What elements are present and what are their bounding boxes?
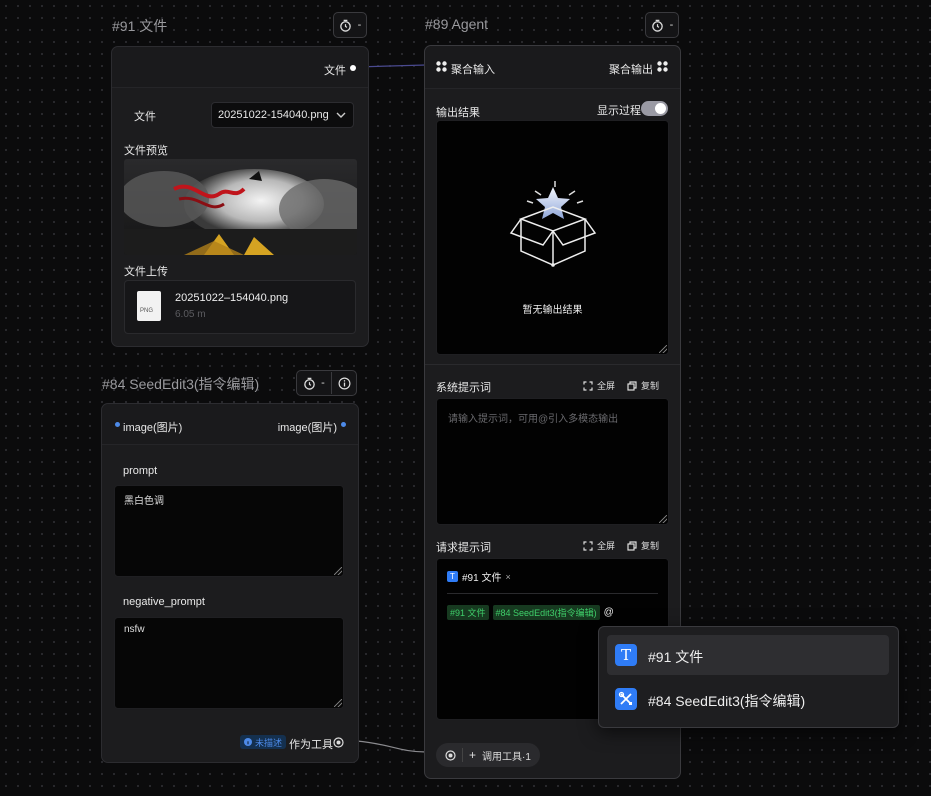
png-file-icon: PNG <box>137 291 161 321</box>
empty-output-text: 暂无输出结果 <box>522 305 583 316</box>
resize-handle[interactable] <box>334 567 342 575</box>
negative-prompt-label: negative_prompt <box>123 596 205 608</box>
file-preview-image <box>124 159 357 255</box>
seededit-node-card[interactable]: image(图片) image(图片) prompt 黑白色调 negative… <box>101 403 359 763</box>
mention-option-file[interactable]: T #91 文件 <box>607 635 889 675</box>
seededit-output-port-label: image(图片) <box>277 422 337 434</box>
info-icon <box>338 377 350 389</box>
show-process-label: 显示过程 <box>597 105 641 117</box>
file-output-port-dot[interactable] <box>350 65 356 71</box>
call-tool-button[interactable]: + 调用工具·1 <box>436 743 540 767</box>
text-icon: T <box>447 571 458 582</box>
system-prompt-textarea[interactable]: 请输入提示词，可用@引入多模态输出 <box>436 398 669 525</box>
prompt-label: prompt <box>123 465 158 477</box>
seededit-node-title: #84 SeedEdit3(指令编辑) <box>102 376 260 392</box>
mention-tag-seededit[interactable]: #84 SeedEdit3(指令编辑) <box>492 605 600 620</box>
chevron-down-icon <box>336 112 346 118</box>
dash-label: - <box>669 19 674 31</box>
grid-dots-icon <box>657 61 668 72</box>
dash-label: - <box>321 377 325 389</box>
mention-tag-file[interactable]: #91 文件 <box>447 605 489 620</box>
system-fullscreen-button[interactable]: 全屏 <box>583 379 615 392</box>
seededit-input-port-label: image(图片) <box>123 422 183 434</box>
empty-box-star-icon <box>509 181 597 267</box>
plus-icon: + <box>469 748 477 762</box>
copy-icon <box>627 380 637 391</box>
system-copy-button[interactable]: 复制 <box>627 379 659 392</box>
request-copy-button[interactable]: 复制 <box>627 539 659 552</box>
fullscreen-icon <box>583 380 593 391</box>
file-select-value: 20251022-154040.png <box>218 109 329 121</box>
fullscreen-icon <box>583 540 593 551</box>
status-badge: 未描述 <box>240 735 287 749</box>
file-node-timer-button[interactable]: - <box>333 12 367 38</box>
agent-node-title: #89 Agent <box>425 16 489 32</box>
timer-icon <box>339 19 351 32</box>
show-process-toggle[interactable] <box>641 101 668 116</box>
agent-node-timer-button[interactable]: - <box>645 12 679 38</box>
aggregate-input-label: 聚合输入 <box>451 64 495 76</box>
divider <box>447 593 658 594</box>
dash-label: - <box>357 19 362 31</box>
seededit-output-port-dot[interactable] <box>341 422 346 427</box>
info-dot-icon <box>244 738 252 746</box>
seededit-node-header-buttons: - <box>296 370 357 396</box>
aggregate-output-label: 聚合输出 <box>609 64 653 76</box>
timer-icon <box>304 377 315 390</box>
resize-handle[interactable] <box>659 515 667 523</box>
file-node-card[interactable]: 文件 文件 20251022-154040.png 文件预览 文件上传 PNG <box>111 46 369 347</box>
resize-handle[interactable] <box>334 699 342 707</box>
tools-icon <box>615 688 637 710</box>
seededit-info-button[interactable] <box>332 377 356 390</box>
at-symbol: @ <box>603 607 614 618</box>
prompt-value: 黑白色调 <box>124 496 164 507</box>
request-fullscreen-button[interactable]: 全屏 <box>583 539 615 552</box>
mention-option-seededit[interactable]: #84 SeedEdit3(指令编辑) <box>607 679 889 719</box>
preview-label: 文件预览 <box>124 145 168 157</box>
mention-dropdown: T #91 文件 #84 SeedEdit3(指令编辑) <box>598 626 899 728</box>
inline-mentions: #91 文件 #84 SeedEdit3(指令编辑) @ <box>447 605 614 620</box>
file-output-port-label: 文件 <box>324 65 346 77</box>
timer-icon <box>651 19 663 32</box>
attached-file-chip[interactable]: T #91 文件 × <box>447 569 511 584</box>
copy-icon <box>627 540 637 551</box>
output-result-label: 输出结果 <box>436 107 480 119</box>
seededit-input-port-dot[interactable] <box>115 422 120 427</box>
uploaded-file-size: 6.05 m <box>175 309 206 320</box>
grid-dots-icon <box>436 61 447 72</box>
prompt-textarea[interactable]: 黑白色调 <box>114 485 344 577</box>
negative-prompt-textarea[interactable]: nsfw <box>114 617 344 709</box>
text-icon: T <box>615 644 637 666</box>
tool-port-icon <box>445 749 456 761</box>
as-tool-label: 作为工具 <box>289 739 333 751</box>
divider <box>425 364 680 365</box>
upload-label: 文件上传 <box>124 266 168 278</box>
request-prompt-label: 请求提示词 <box>436 542 491 554</box>
negative-prompt-value: nsfw <box>124 624 145 635</box>
remove-chip-icon[interactable]: × <box>505 572 510 582</box>
file-select[interactable]: 20251022-154040.png <box>211 102 354 128</box>
seededit-timer-button[interactable]: - <box>297 377 331 390</box>
file-node-title: #91 文件 <box>112 18 168 34</box>
system-prompt-label: 系统提示词 <box>436 382 491 394</box>
uploaded-file-item[interactable]: PNG 20251022–154040.png 6.05 m <box>124 280 356 334</box>
uploaded-file-name: 20251022–154040.png <box>175 292 289 304</box>
output-result-area: 暂无输出结果 <box>436 120 669 355</box>
file-field-label: 文件 <box>134 111 156 123</box>
resize-handle[interactable] <box>659 345 667 353</box>
tool-port-icon[interactable] <box>333 737 344 748</box>
system-prompt-placeholder: 请输入提示词，可用@引入多模态输出 <box>448 414 619 425</box>
